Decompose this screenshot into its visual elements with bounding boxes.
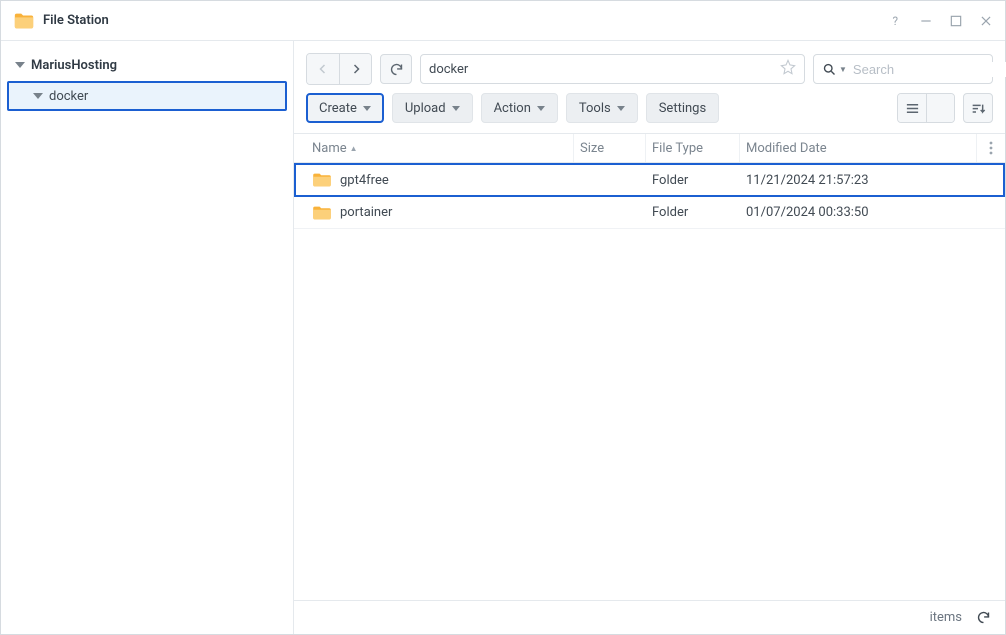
view-mode-group [897,93,955,123]
refresh-button[interactable] [380,54,412,84]
titlebar: File Station ? [1,1,1005,41]
toolbar-actions: Create Upload Action Tools Settings [294,93,1005,133]
col-name-label: Name [312,141,347,156]
table-header: Name ▲ Size File Type Modified Date [294,133,1005,163]
search-icon [822,62,837,77]
chevron-down-icon [15,62,25,68]
settings-button[interactable]: Settings [646,93,719,123]
app-title: File Station [43,13,889,28]
search-input[interactable] [853,62,1006,77]
upload-button[interactable]: Upload [392,93,473,123]
tree-item-label: docker [49,89,88,104]
col-date-label: Modified Date [746,141,827,156]
table-row[interactable]: portainer Folder 01/07/2024 00:33:50 [294,197,1005,229]
file-date: 11/21/2024 21:57:23 [740,173,1003,188]
file-station-window: File Station ? MariusHosting doc [0,0,1006,635]
col-type[interactable]: File Type [646,134,740,162]
path-input[interactable]: docker [420,54,805,84]
maximize-icon[interactable] [949,14,963,28]
col-size-label: Size [580,141,604,156]
app-folder-icon [13,10,35,32]
action-button[interactable]: Action [481,93,558,123]
content: MariusHosting docker [1,41,1005,634]
file-date: 01/07/2024 00:33:50 [740,205,1005,220]
upload-label: Upload [405,101,446,116]
items-label: items [930,610,962,625]
favorite-star-icon[interactable] [780,59,796,79]
col-type-label: File Type [652,141,703,156]
file-table: Name ▲ Size File Type Modified Date [294,133,1005,600]
nav-forward-button[interactable] [339,54,371,84]
table-row[interactable]: gpt4free Folder 11/21/2024 21:57:23 [294,163,1005,197]
action-label: Action [494,101,531,116]
col-size[interactable]: Size [574,134,646,162]
tree-root[interactable]: MariusHosting [7,51,287,79]
search-caret-icon[interactable]: ▼ [839,65,847,74]
sidebar: MariusHosting docker [1,41,294,634]
toolbar-nav: docker ▼ [294,41,1005,93]
minimize-icon[interactable] [919,14,933,28]
settings-label: Settings [659,101,706,116]
help-icon[interactable]: ? [889,14,903,28]
folder-icon [312,172,332,188]
nav-group [306,53,372,85]
file-type: Folder [646,173,740,188]
table-body: gpt4free Folder 11/21/2024 21:57:23 port… [294,163,1005,600]
file-type: Folder [646,205,740,220]
tools-button[interactable]: Tools [566,93,638,123]
view-mode-dropdown[interactable] [926,94,954,122]
caret-down-icon [452,106,460,111]
search-box[interactable]: ▼ [813,54,993,84]
path-text: docker [429,62,468,77]
sort-button[interactable] [963,93,993,123]
create-label: Create [319,101,357,116]
svg-text:?: ? [893,14,899,28]
folder-icon [312,205,332,221]
col-name[interactable]: Name ▲ [306,134,574,162]
col-menu-button[interactable] [977,134,1005,162]
tree-item-docker[interactable]: docker [7,81,287,111]
chevron-down-icon [33,93,43,99]
window-controls: ? [889,14,993,28]
caret-down-icon [537,106,545,111]
col-date[interactable]: Modified Date [740,134,977,162]
tools-label: Tools [579,101,611,116]
file-name: gpt4free [340,173,389,188]
statusbar: items [294,600,1005,634]
list-view-button[interactable] [898,94,926,122]
caret-down-icon [363,106,371,111]
tree-root-label: MariusHosting [31,58,117,73]
file-name: portainer [340,205,392,220]
caret-down-icon [617,106,625,111]
close-icon[interactable] [979,14,993,28]
status-refresh-button[interactable] [976,610,991,625]
sort-asc-icon: ▲ [350,144,358,153]
create-button[interactable]: Create [306,93,384,123]
nav-back-button[interactable] [307,54,339,84]
main-panel: docker ▼ Create [294,41,1005,634]
